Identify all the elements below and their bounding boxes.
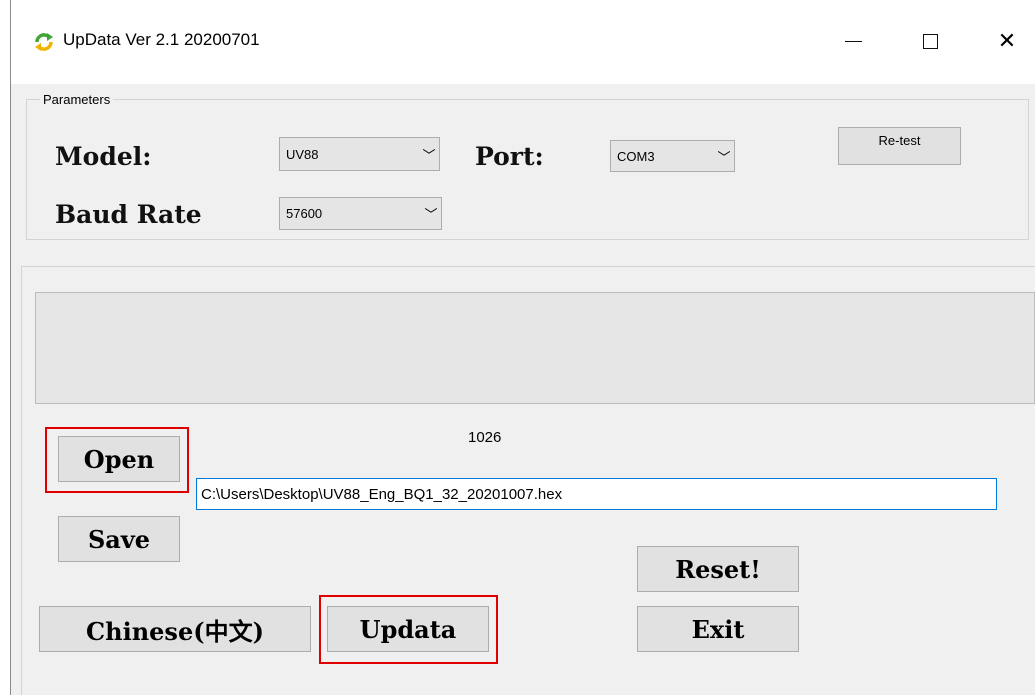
chevron-down-icon: ﹀ (422, 147, 436, 163)
byte-counter: 1026 (468, 429, 502, 446)
chinese-button-label: Chinese(中文) (86, 616, 264, 646)
baud-rate-select-value: 57600 (286, 206, 323, 221)
minimize-icon (844, 40, 862, 42)
model-label: Model: (55, 142, 152, 171)
model-select[interactable]: UV88 ﹀ (279, 137, 440, 171)
open-button[interactable]: Open (58, 436, 180, 482)
updata-window: UpData Ver 2.1 20200701 ✕ Parameters Mod… (10, 0, 1035, 695)
port-select-value: COM3 (617, 148, 655, 164)
baud-rate-select[interactable]: 57600 ﹀ (279, 197, 442, 230)
maximize-icon (922, 33, 938, 49)
save-button[interactable]: Save (58, 516, 180, 562)
maximize-button[interactable] (907, 22, 953, 60)
chinese-language-button[interactable]: Chinese(中文) (39, 606, 311, 652)
reset-button[interactable]: Reset! (637, 546, 799, 592)
file-path-input[interactable] (196, 478, 997, 510)
chevron-down-icon: ﹀ (424, 207, 438, 222)
reset-button-label: Reset! (675, 554, 761, 584)
port-select[interactable]: COM3 ﹀ (610, 140, 735, 172)
refresh-arrows-icon (33, 31, 55, 53)
minimize-button[interactable] (830, 22, 876, 60)
progress-bar (35, 292, 1035, 404)
close-icon: ✕ (997, 28, 1017, 53)
open-button-label: Open (83, 444, 155, 474)
exit-button[interactable]: Exit (637, 606, 799, 652)
updata-button[interactable]: Updata (327, 606, 489, 652)
model-select-value: UV88 (286, 146, 319, 162)
chevron-down-icon: ﹀ (717, 149, 731, 165)
window-title: UpData Ver 2.1 20200701 (63, 30, 260, 49)
port-label: Port: (475, 142, 544, 171)
close-button[interactable]: ✕ (984, 22, 1030, 60)
parameters-group-title: Parameters (40, 92, 114, 107)
retest-button-label: Re-test (878, 133, 921, 148)
save-button-label: Save (87, 524, 151, 554)
title-bar[interactable]: UpData Ver 2.1 20200701 ✕ (11, 0, 1035, 84)
baud-rate-label: Baud Rate (55, 200, 202, 229)
exit-button-label: Exit (691, 614, 745, 644)
retest-button[interactable]: Re-test (838, 127, 961, 165)
updata-button-label: Updata (359, 614, 457, 644)
